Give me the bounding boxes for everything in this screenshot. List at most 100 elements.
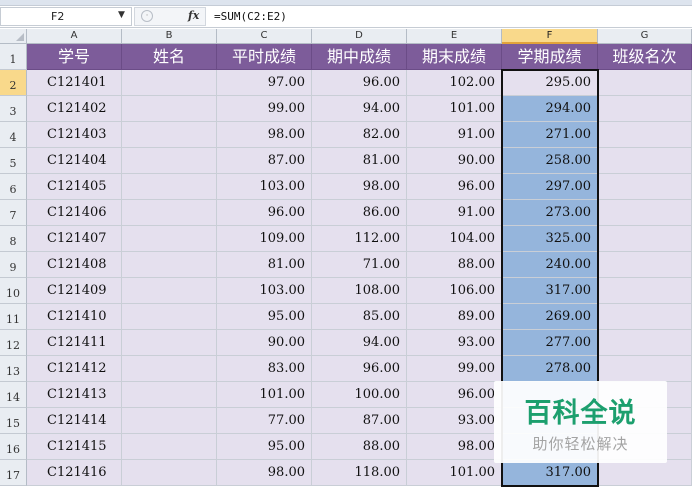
cell-f8[interactable]: 325.00: [502, 226, 598, 252]
cell-a12[interactable]: C121411: [27, 330, 122, 356]
header-cell-c[interactable]: 平时成绩: [217, 44, 312, 70]
cell-b17[interactable]: [122, 460, 217, 486]
cell-c5[interactable]: 87.00: [217, 148, 312, 174]
cell-b2[interactable]: [122, 70, 217, 96]
row-header-4[interactable]: 4: [0, 122, 27, 148]
cell-e5[interactable]: 90.00: [407, 148, 502, 174]
column-header-b[interactable]: B: [122, 29, 217, 44]
header-cell-g[interactable]: 班级名次: [598, 44, 692, 70]
cell-g6[interactable]: [598, 174, 692, 200]
cell-e16[interactable]: 98.00: [407, 434, 502, 460]
insert-function-icon[interactable]: fx: [188, 9, 199, 22]
select-all-corner[interactable]: [0, 29, 27, 44]
cell-g13[interactable]: [598, 356, 692, 382]
row-header-5[interactable]: 5: [0, 148, 27, 174]
cell-e3[interactable]: 101.00: [407, 96, 502, 122]
cell-g4[interactable]: [598, 122, 692, 148]
cell-d10[interactable]: 108.00: [312, 278, 407, 304]
cell-d7[interactable]: 86.00: [312, 200, 407, 226]
cell-e9[interactable]: 88.00: [407, 252, 502, 278]
cell-e7[interactable]: 91.00: [407, 200, 502, 226]
cell-f10[interactable]: 317.00: [502, 278, 598, 304]
cell-g3[interactable]: [598, 96, 692, 122]
cell-f5[interactable]: 258.00: [502, 148, 598, 174]
cell-f2[interactable]: 295.00: [502, 70, 598, 96]
cell-b15[interactable]: [122, 408, 217, 434]
cell-g9[interactable]: [598, 252, 692, 278]
cell-e2[interactable]: 102.00: [407, 70, 502, 96]
chevron-down-icon[interactable]: ▼: [118, 10, 125, 20]
cell-a16[interactable]: C121415: [27, 434, 122, 460]
cell-a7[interactable]: C121406: [27, 200, 122, 226]
cell-c11[interactable]: 95.00: [217, 304, 312, 330]
cell-a14[interactable]: C121413: [27, 382, 122, 408]
cell-f13[interactable]: 278.00: [502, 356, 598, 382]
cell-c2[interactable]: 97.00: [217, 70, 312, 96]
row-header-3[interactable]: 3: [0, 96, 27, 122]
row-header-8[interactable]: 8: [0, 226, 27, 252]
cell-g12[interactable]: [598, 330, 692, 356]
column-header-c[interactable]: C: [217, 29, 312, 44]
cell-c4[interactable]: 98.00: [217, 122, 312, 148]
cell-a8[interactable]: C121407: [27, 226, 122, 252]
cell-g8[interactable]: [598, 226, 692, 252]
column-header-g[interactable]: G: [598, 29, 692, 44]
cell-g17[interactable]: [598, 460, 692, 486]
cell-b5[interactable]: [122, 148, 217, 174]
cell-a15[interactable]: C121414: [27, 408, 122, 434]
cell-e8[interactable]: 104.00: [407, 226, 502, 252]
row-header-13[interactable]: 13: [0, 356, 27, 382]
header-cell-d[interactable]: 期中成绩: [312, 44, 407, 70]
cell-c9[interactable]: 81.00: [217, 252, 312, 278]
cell-b13[interactable]: [122, 356, 217, 382]
column-header-d[interactable]: D: [312, 29, 407, 44]
cell-g11[interactable]: [598, 304, 692, 330]
row-header-17[interactable]: 17: [0, 460, 27, 486]
cell-f3[interactable]: 294.00: [502, 96, 598, 122]
cell-f11[interactable]: 269.00: [502, 304, 598, 330]
cell-c16[interactable]: 95.00: [217, 434, 312, 460]
cancel-icon[interactable]: ·: [141, 10, 153, 22]
cell-c17[interactable]: 98.00: [217, 460, 312, 486]
cell-c6[interactable]: 103.00: [217, 174, 312, 200]
cell-f6[interactable]: 297.00: [502, 174, 598, 200]
column-header-f[interactable]: F: [502, 29, 598, 44]
cell-b7[interactable]: [122, 200, 217, 226]
row-header-7[interactable]: 7: [0, 200, 27, 226]
cell-d4[interactable]: 82.00: [312, 122, 407, 148]
cell-b8[interactable]: [122, 226, 217, 252]
row-header-15[interactable]: 15: [0, 408, 27, 434]
row-header-9[interactable]: 9: [0, 252, 27, 278]
cell-d12[interactable]: 94.00: [312, 330, 407, 356]
cell-c10[interactable]: 103.00: [217, 278, 312, 304]
header-cell-f[interactable]: 学期成绩: [502, 44, 598, 70]
cell-b10[interactable]: [122, 278, 217, 304]
cell-b12[interactable]: [122, 330, 217, 356]
cell-a17[interactable]: C121416: [27, 460, 122, 486]
row-header-1[interactable]: 1: [0, 44, 27, 70]
cell-e17[interactable]: 101.00: [407, 460, 502, 486]
cell-e11[interactable]: 89.00: [407, 304, 502, 330]
cell-a6[interactable]: C121405: [27, 174, 122, 200]
cell-a13[interactable]: C121412: [27, 356, 122, 382]
cell-c14[interactable]: 101.00: [217, 382, 312, 408]
cell-b16[interactable]: [122, 434, 217, 460]
cell-d8[interactable]: 112.00: [312, 226, 407, 252]
cell-d15[interactable]: 87.00: [312, 408, 407, 434]
cell-c13[interactable]: 83.00: [217, 356, 312, 382]
cell-d16[interactable]: 88.00: [312, 434, 407, 460]
cell-d11[interactable]: 85.00: [312, 304, 407, 330]
cell-a11[interactable]: C121410: [27, 304, 122, 330]
cell-e4[interactable]: 91.00: [407, 122, 502, 148]
cell-f9[interactable]: 240.00: [502, 252, 598, 278]
cell-d14[interactable]: 100.00: [312, 382, 407, 408]
cell-d17[interactable]: 118.00: [312, 460, 407, 486]
cell-e10[interactable]: 106.00: [407, 278, 502, 304]
column-header-e[interactable]: E: [407, 29, 502, 44]
cell-f4[interactable]: 271.00: [502, 122, 598, 148]
row-header-12[interactable]: 12: [0, 330, 27, 356]
row-header-14[interactable]: 14: [0, 382, 27, 408]
cell-f7[interactable]: 273.00: [502, 200, 598, 226]
cell-a10[interactable]: C121409: [27, 278, 122, 304]
cell-g7[interactable]: [598, 200, 692, 226]
